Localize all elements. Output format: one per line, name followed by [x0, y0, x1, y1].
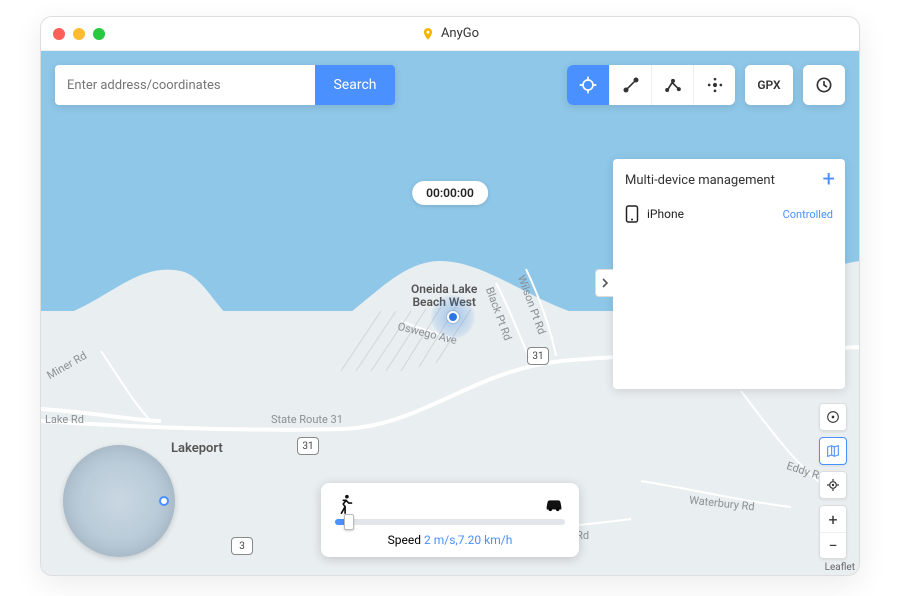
search-button[interactable]: Search — [315, 65, 395, 105]
two-spot-mode-button[interactable] — [609, 65, 651, 105]
map-style-button[interactable] — [819, 437, 847, 465]
window-controls — [53, 28, 105, 40]
maximize-window-icon[interactable] — [93, 28, 105, 40]
timer-badge: 00:00:00 — [412, 181, 488, 205]
multi-spot-mode-button[interactable] — [651, 65, 693, 105]
walk-icon — [335, 493, 357, 515]
joystick-control[interactable] — [63, 445, 175, 557]
phone-icon — [625, 205, 639, 223]
map-canvas[interactable]: Lakeport Oneida LakeBeach West State Rou… — [41, 51, 859, 575]
pin-icon — [421, 27, 435, 41]
info-circle-icon — [825, 409, 841, 425]
route-shield-31a: 31 — [297, 437, 319, 455]
close-window-icon[interactable] — [53, 28, 65, 40]
map-tool-stack: + − — [819, 403, 847, 559]
speed-slider-thumb[interactable] — [344, 514, 354, 530]
gpx-button[interactable]: GPX — [745, 65, 793, 105]
label-lake-rd: Lake Rd — [45, 413, 84, 426]
crosshair-icon — [578, 75, 598, 95]
zoom-in-button[interactable]: + — [820, 506, 846, 532]
device-status: Controlled — [783, 208, 833, 221]
route-shield-31b: 31 — [527, 347, 549, 365]
zoom-control: + − — [819, 505, 847, 559]
history-button[interactable] — [803, 65, 845, 105]
label-state-route: State Route 31 — [271, 413, 343, 426]
search-input[interactable] — [55, 65, 315, 105]
locate-me-button[interactable] — [819, 471, 847, 499]
titlebar: AnyGo — [41, 17, 859, 51]
label-town-lakeport: Lakeport — [171, 441, 223, 456]
layer-info-button[interactable] — [819, 403, 847, 431]
device-panel-title: Multi-device management — [625, 173, 775, 188]
search-bar: Search — [55, 65, 395, 105]
map-icon — [825, 443, 841, 459]
app-window: AnyGo — [40, 16, 860, 576]
speed-readout: Speed 2 m/s,7.20 km/h — [335, 533, 565, 547]
joystick-knob[interactable] — [159, 496, 169, 506]
device-row[interactable]: iPhone Controlled — [613, 197, 845, 231]
multi-point-icon — [663, 75, 683, 95]
car-icon — [543, 493, 565, 515]
teleport-mode-button[interactable] — [567, 65, 609, 105]
map-attribution: Leaflet — [825, 562, 855, 573]
add-device-button[interactable]: + — [823, 169, 835, 191]
scatter-icon — [705, 75, 725, 95]
zoom-out-button[interactable]: − — [820, 532, 846, 558]
device-panel: Multi-device management + iPhone Control… — [613, 159, 845, 389]
speed-panel: Speed 2 m/s,7.20 km/h — [321, 483, 579, 557]
device-name: iPhone — [647, 207, 684, 221]
chevron-right-icon — [601, 278, 609, 288]
current-location-marker — [431, 295, 475, 339]
clock-icon — [814, 75, 834, 95]
two-point-icon — [621, 75, 641, 95]
jump-mode-button[interactable] — [693, 65, 735, 105]
minimize-window-icon[interactable] — [73, 28, 85, 40]
collapse-panel-button[interactable] — [595, 269, 613, 297]
speed-slider[interactable] — [335, 519, 565, 525]
locate-icon — [825, 477, 841, 493]
app-title: AnyGo — [421, 26, 479, 41]
mode-toolbar: GPX — [567, 65, 845, 105]
route-shield-3: 3 — [231, 537, 253, 555]
